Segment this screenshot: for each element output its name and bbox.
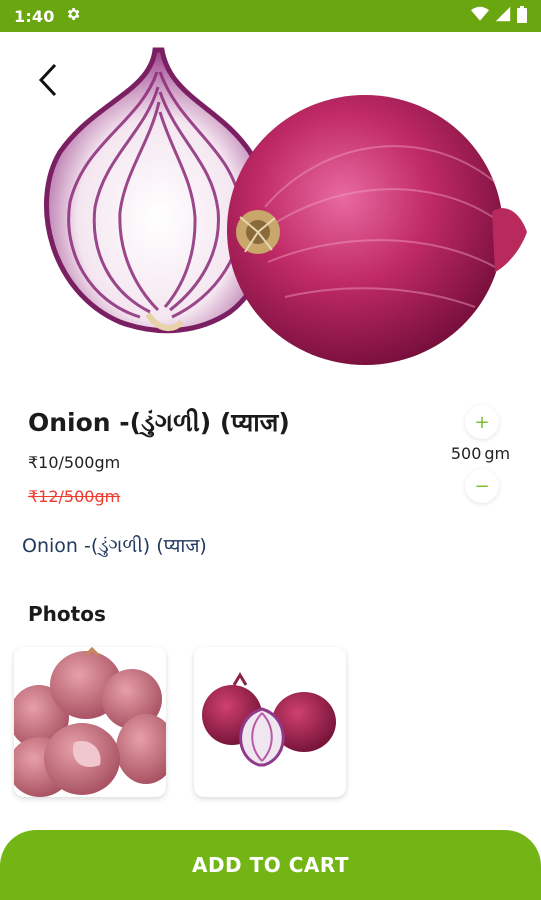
onion-trio-image (202, 672, 336, 767)
add-to-cart-button[interactable]: ADD TO CART (0, 830, 541, 900)
product-title: Onion -(ડુંગળી) (प्याज) (28, 408, 290, 437)
product-mrp: ₹12/500gm (28, 487, 121, 506)
photo-thumbnail[interactable] (194, 647, 346, 797)
product-hero-image (0, 32, 541, 382)
status-time: 1:40 (14, 6, 55, 26)
increase-button[interactable]: + (465, 405, 499, 439)
quantity-stepper: + 500 gm − (445, 405, 519, 503)
decrease-button[interactable]: − (465, 469, 499, 503)
settings-icon (65, 6, 81, 26)
status-right (471, 5, 527, 27)
onion-illustration (44, 47, 527, 365)
product-price: ₹10/500gm (28, 453, 121, 472)
quantity-value: 500 gm (451, 439, 513, 469)
status-left: 1:40 (14, 6, 81, 26)
status-bar: 1:40 (0, 0, 541, 32)
photos-heading: Photos (28, 602, 106, 626)
photo-thumbnail[interactable] (14, 647, 166, 797)
signal-icon (495, 6, 511, 26)
quantity-unit: gm (484, 444, 511, 463)
battery-icon (517, 5, 527, 27)
wifi-icon (471, 6, 489, 26)
onion-pile-image (14, 647, 166, 797)
product-description: Onion -(ડુંગળી) (प्याज) (22, 535, 207, 557)
back-button[interactable] (28, 60, 68, 100)
quantity-amount: 500 (450, 444, 482, 463)
back-arrow-icon (38, 63, 57, 97)
